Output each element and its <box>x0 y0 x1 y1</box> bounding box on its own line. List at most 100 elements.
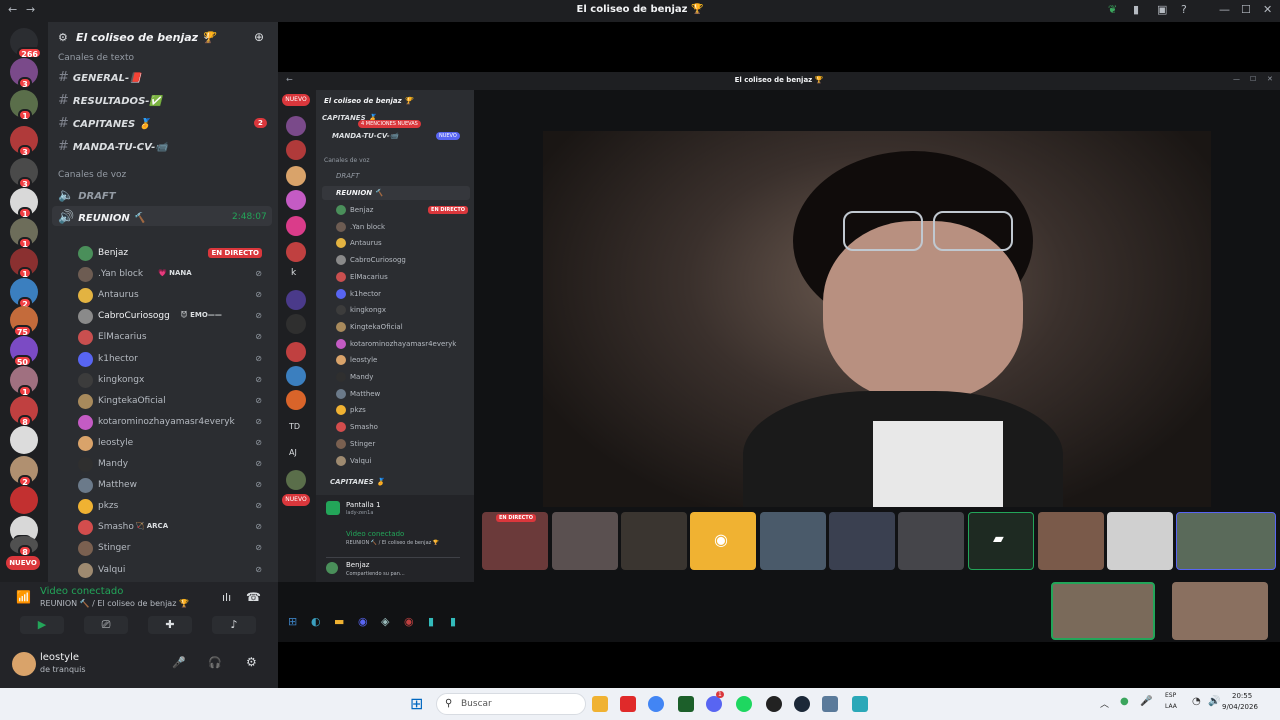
text-channel[interactable]: # CAPITANES 🏅 <box>58 116 151 131</box>
voice-channel[interactable]: REUNION 🔨 <box>336 189 383 197</box>
participant-tile[interactable] <box>760 512 826 570</box>
server-icon[interactable] <box>286 366 306 386</box>
server-icon[interactable]: 8 <box>10 396 38 427</box>
voice-member-small[interactable]: k1hector <box>336 287 472 303</box>
participant-tile[interactable]: EN DIRECTO <box>482 512 548 570</box>
category-voice[interactable]: Canales de voz <box>58 170 126 180</box>
minimize-icon[interactable]: — <box>1233 75 1240 83</box>
voice-member[interactable]: pkzs ⊘ <box>78 497 268 517</box>
voice-member-small[interactable]: Stinger <box>336 437 472 453</box>
language-region[interactable]: LAA <box>1165 703 1177 710</box>
folder-icon[interactable]: ▬ <box>334 615 344 628</box>
text-channel[interactable]: MANDA-TU-CV-📹 <box>332 132 398 140</box>
server-icon[interactable]: 1 <box>10 218 38 249</box>
chevron-up-icon[interactable]: ︿ <box>1100 697 1109 710</box>
voice-member-small[interactable]: Smasho <box>336 420 472 436</box>
server-initials[interactable]: TD <box>289 422 300 431</box>
tray-icon[interactable]: ● <box>1120 696 1129 707</box>
app-icon[interactable] <box>852 696 868 712</box>
clock-time[interactable]: 20:55 <box>1232 692 1252 700</box>
server-icon[interactable]: 2 <box>10 456 38 487</box>
app-icon[interactable] <box>766 696 782 712</box>
voice-member-small[interactable]: KingtekaOficial <box>336 320 472 336</box>
server-icon[interactable] <box>286 190 306 210</box>
voice-member[interactable]: CabroCuriosogg 😈 EMO—— ⊘ <box>78 307 268 327</box>
noise-suppression-icon[interactable]: ılı <box>222 591 231 604</box>
main-video-stream[interactable] <box>543 131 1211 507</box>
disconnect-icon[interactable]: ☎ <box>246 590 261 604</box>
server-icon[interactable]: 1 <box>10 90 38 121</box>
server-icon[interactable]: 75 <box>10 306 38 337</box>
server-icon[interactable] <box>286 140 306 160</box>
screen-label[interactable]: Pantalla 1 <box>346 501 381 509</box>
screen-share-button[interactable]: ⎚ <box>84 616 128 634</box>
app-icon[interactable]: ◉ <box>404 615 414 628</box>
server-icon-active[interactable]: 3 <box>10 126 38 157</box>
voice-member-small[interactable]: Matthew <box>336 387 472 403</box>
server-name[interactable]: El coliseo de benjaz 🏆 <box>324 97 413 105</box>
server-initials[interactable]: k <box>291 268 296 278</box>
voice-member[interactable]: Antaurus ⊘ <box>78 286 268 306</box>
server-icon[interactable]: 1 <box>10 248 38 279</box>
server-icon[interactable] <box>286 116 306 136</box>
server-icon[interactable]: 8 <box>10 536 38 557</box>
file-explorer-icon[interactable] <box>592 696 608 712</box>
participant-tile[interactable] <box>829 512 895 570</box>
voice-member-small[interactable]: CabroCuriosogg <box>336 253 472 269</box>
close-icon[interactable]: ✕ <box>1263 3 1272 16</box>
new-badge[interactable]: NUEVO <box>282 494 310 506</box>
voice-member[interactable]: kingkongx ⊘ <box>78 371 268 391</box>
voice-status-channel[interactable]: REUNION 🔨 / El coliseo de benjaz 🏆 <box>40 599 189 608</box>
discord-icon[interactable]: ◉ <box>358 615 368 628</box>
help-icon[interactable]: ? <box>1181 3 1187 16</box>
voice-channel[interactable]: DRAFT <box>336 172 359 180</box>
server-icon[interactable] <box>286 314 306 334</box>
participant-tile[interactable]: ▰ <box>968 512 1034 570</box>
steam-icon[interactable] <box>794 696 810 712</box>
voice-member[interactable]: Matthew ⊘ <box>78 476 268 496</box>
server-name[interactable]: El coliseo de benjaz 🏆 <box>76 31 216 44</box>
voice-member[interactable]: leostyle ⊘ <box>78 434 268 454</box>
voice-member[interactable]: k1hector ⊘ <box>78 350 268 370</box>
voice-member-small[interactable]: Antaurus <box>336 236 472 252</box>
voice-member[interactable]: Mandy ⊘ <box>78 455 268 475</box>
clock-date[interactable]: 9/04/2026 <box>1222 703 1258 711</box>
leaf-icon[interactable]: ❦ <box>1108 3 1117 16</box>
voice-member-small[interactable]: leostyle <box>336 353 472 369</box>
youtube-icon[interactable] <box>620 696 636 712</box>
voice-member[interactable]: Benjaz EN DIRECTO <box>78 244 268 264</box>
text-channel[interactable]: # RESULTADOS-✅ <box>58 93 162 108</box>
server-icon[interactable] <box>286 216 306 236</box>
server-icon[interactable] <box>10 486 38 514</box>
username[interactable]: leostyle <box>40 652 79 663</box>
voice-member-small[interactable]: Benjaz EN DIRECTO <box>336 203 472 219</box>
voice-member[interactable]: ElMacarius ⊘ <box>78 328 268 348</box>
voice-member-small[interactable]: kotarominozhayamasr4everyk <box>336 337 472 353</box>
voice-channel[interactable]: CAPITANES 🏅 <box>330 478 385 486</box>
maximize-icon[interactable]: ☐ <box>1241 3 1251 16</box>
spotify-icon[interactable] <box>736 696 752 712</box>
voice-status-label[interactable]: Video conectado <box>40 586 123 597</box>
avatar[interactable] <box>12 652 36 676</box>
voice-status-channel[interactable]: REUNION 🔨 / El coliseo de benjaz 🏆 <box>346 540 439 546</box>
headphones-icon[interactable]: 🎧 <box>208 656 222 669</box>
new-badge[interactable]: NUEVO <box>6 556 40 570</box>
activities-button[interactable]: ✚ <box>148 616 192 634</box>
chrome-icon[interactable] <box>648 696 664 712</box>
text-channel[interactable]: # MANDA-TU-CV-📹 <box>58 139 168 154</box>
discord-home-icon[interactable]: 266 <box>10 28 42 59</box>
server-icon[interactable] <box>286 242 306 262</box>
pin-icon[interactable]: ▮ <box>1133 3 1139 16</box>
voice-member-small[interactable]: pkzs <box>336 403 472 419</box>
inbox-icon[interactable]: ▣ <box>1157 3 1167 16</box>
chevron-down-icon[interactable]: ⌄ <box>202 31 210 42</box>
app-icon[interactable] <box>678 696 694 712</box>
voice-member[interactable]: Valqui ⊘ <box>78 561 268 581</box>
voice-member[interactable]: Smasho 🏹 ARCA ⊘ <box>78 518 268 538</box>
voice-member[interactable]: kotarominozhayamasr4everyk ⊘ <box>78 413 268 433</box>
server-icon[interactable]: 1 <box>10 188 38 219</box>
steam-icon[interactable]: ◈ <box>381 615 389 628</box>
voice-member-small[interactable]: Valqui <box>336 454 472 470</box>
server-icon[interactable]: 2 <box>10 278 38 309</box>
server-icon[interactable]: 1 <box>10 366 38 397</box>
